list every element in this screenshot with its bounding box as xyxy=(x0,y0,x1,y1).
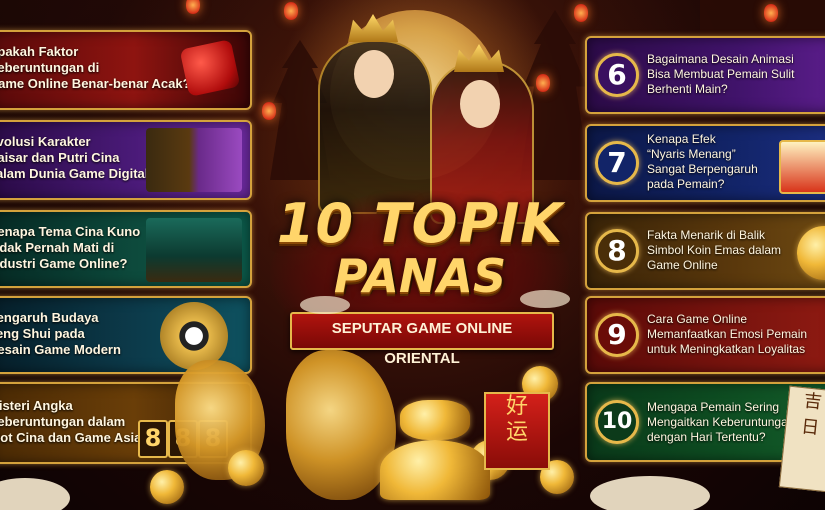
topic-card-6-text: Bagaimana Desain Animasi Bisa Membuat Pe… xyxy=(647,52,795,96)
fortune-banner: 好 运 xyxy=(484,392,550,470)
gold-coin-icon xyxy=(797,226,825,280)
title-line-1: 10 TOPIK xyxy=(276,192,564,255)
lantern-icon xyxy=(284,2,298,20)
gold-coin xyxy=(150,470,184,504)
number-badge: 7 xyxy=(595,141,639,185)
main-title: 10 TOPIK PANAS xyxy=(255,192,585,301)
gold-coin xyxy=(228,450,264,486)
lantern-icon xyxy=(536,74,550,92)
emperor-princess-thumbnail xyxy=(146,128,242,192)
topic-card-1[interactable]: Apakah Faktor Keberuntungan di Game Onli… xyxy=(0,30,252,110)
cloud-decoration xyxy=(520,290,570,308)
topic-card-4-text: Pengaruh Budaya Feng Shui pada Desain Ga… xyxy=(0,310,121,357)
gold-ingot xyxy=(400,400,470,440)
number-badge: 10 xyxy=(595,400,639,444)
gold-pile xyxy=(380,440,490,500)
subtitle-ribbon: SEPUTAR GAME ONLINE ORIENTAL xyxy=(290,312,554,367)
number-badge: 8 xyxy=(595,229,639,273)
topic-card-3[interactable]: Kenapa Tema Cina Kuno Tidak Pernah Mati … xyxy=(0,210,252,288)
topic-card-9[interactable]: 9 Cara Game Online Memanfaatkan Emosi Pe… xyxy=(585,296,825,374)
topic-card-10-text: Mengapa Pemain Sering Mengaitkan Keberun… xyxy=(647,400,795,444)
topic-card-6[interactable]: 6 Bagaimana Desain Animasi Bisa Membuat … xyxy=(585,36,825,114)
infographic-banner: 10 TOPIK PANAS SEPUTAR GAME ONLINE ORIEN… xyxy=(0,0,825,510)
lantern-icon xyxy=(764,4,778,22)
lantern-icon xyxy=(186,0,200,14)
topic-card-7-text: Kenapa Efek “Nyaris Menang” Sangat Berpe… xyxy=(647,132,758,191)
topic-card-1-text: Apakah Faktor Keberuntungan di Game Onli… xyxy=(0,44,191,91)
topic-card-2[interactable]: Evolusi Karakter Kaisar dan Putri Cina d… xyxy=(0,120,252,200)
emperor-face xyxy=(354,50,394,98)
topic-card-8-text: Fakta Menarik di Balik Simbol Koin Emas … xyxy=(647,228,782,272)
cloud-decoration xyxy=(300,296,350,314)
slot-digit: 8 xyxy=(138,420,168,458)
topic-card-8[interactable]: 8 Fakta Menarik di Balik Simbol Koin Ema… xyxy=(585,212,825,290)
dice-icon xyxy=(179,39,241,97)
topic-card-5-text: Misteri Angka Keberuntungan dalam Slot C… xyxy=(0,398,142,445)
topic-card-2-text: Evolusi Karakter Kaisar dan Putri Cina d… xyxy=(0,134,149,181)
lantern-icon xyxy=(262,102,276,120)
pagoda-silhouette xyxy=(700,0,825,40)
number-badge: 6 xyxy=(595,53,639,97)
slot-777-icon xyxy=(779,140,825,194)
topic-card-3-text: Kenapa Tema Cina Kuno Tidak Pernah Mati … xyxy=(0,224,141,271)
number-badge: 9 xyxy=(595,313,639,357)
topic-card-7[interactable]: 7 Kenapa Efek “Nyaris Menang” Sangat Ber… xyxy=(585,124,825,202)
princess-face xyxy=(460,80,500,128)
ancient-temple-thumbnail xyxy=(146,218,242,282)
topic-card-9-text: Cara Game Online Memanfaatkan Emosi Pema… xyxy=(647,312,808,356)
cloud-decoration xyxy=(590,476,710,510)
lantern-icon xyxy=(574,4,588,22)
